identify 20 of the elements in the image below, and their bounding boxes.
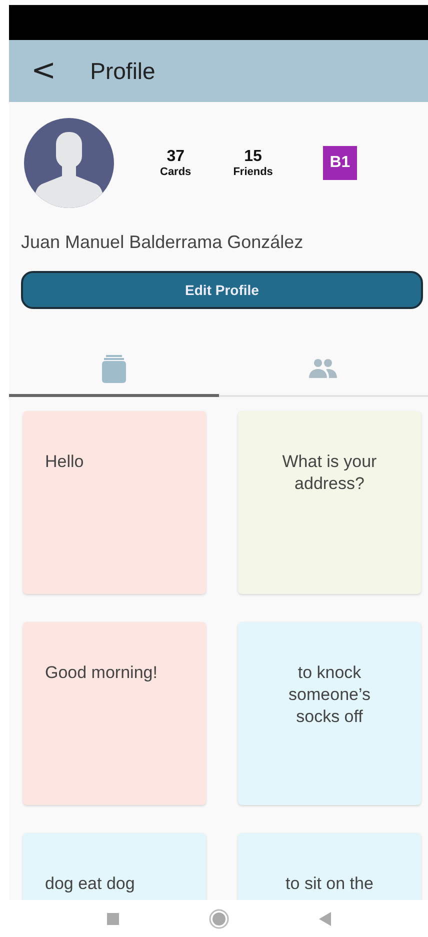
phrase-card[interactable]: Good morning! [23, 622, 206, 805]
stat-label: Friends [233, 166, 273, 178]
phrase-card[interactable]: to sit on the [238, 833, 421, 900]
stat-label: Cards [160, 166, 192, 178]
stat-value: 37 [166, 148, 184, 166]
phrase-card[interactable]: dog eat dog [23, 833, 206, 900]
edit-profile-button[interactable]: Edit Profile [21, 271, 423, 309]
phrase-card[interactable]: Hello [23, 411, 206, 594]
phrase-card[interactable]: What is your address? [238, 411, 421, 594]
people-icon [308, 358, 338, 380]
home-icon[interactable] [208, 908, 228, 928]
back-nav-icon[interactable] [318, 912, 330, 926]
stat-value: 15 [244, 148, 262, 166]
phrase-card[interactable]: to knock someone’s socks off [238, 622, 421, 805]
screen-title: Profile [90, 58, 156, 84]
back-button[interactable]: < [31, 56, 56, 86]
user-name: Juan Manuel Balderrama González [20, 231, 304, 253]
avatar-icon [24, 118, 114, 208]
level-badge: B1 [322, 146, 357, 180]
recents-icon[interactable] [106, 912, 118, 924]
